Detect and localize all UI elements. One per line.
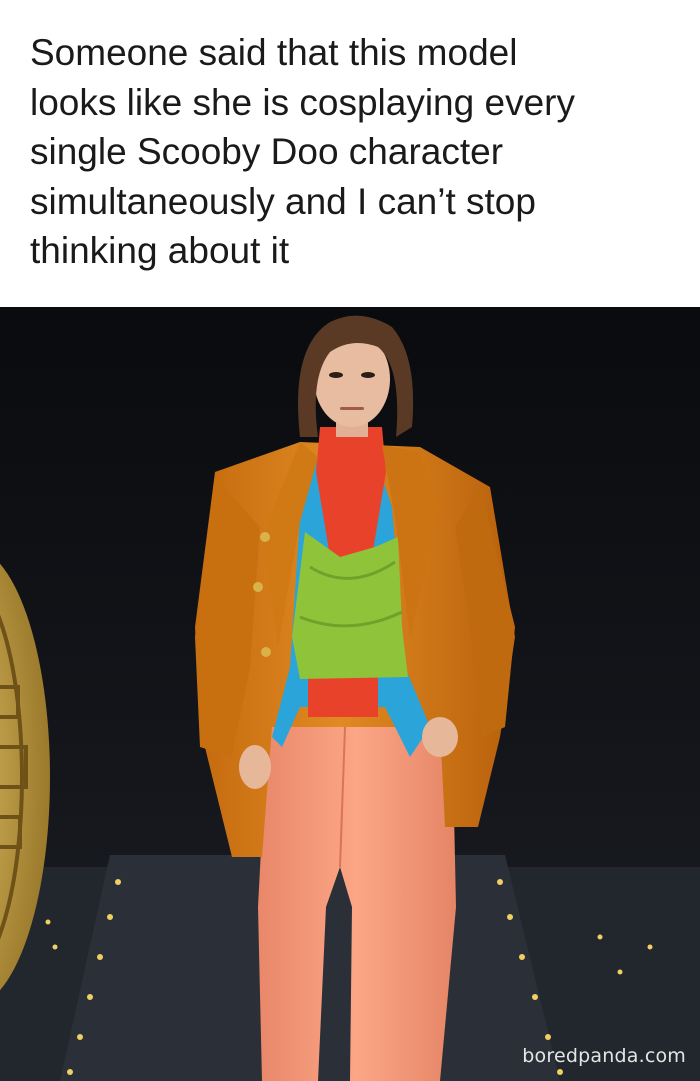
meme-caption: Someone said that this model looks like … [30, 32, 575, 271]
left-hand [239, 745, 271, 789]
turtleneck-hem [308, 677, 378, 717]
trousers [258, 717, 456, 1081]
boredpanda-watermark: boredpanda.com [522, 1045, 686, 1067]
runway-photo: boredpanda.com [0, 307, 700, 1081]
right-hand [422, 717, 458, 757]
runway-illustration [0, 307, 700, 1081]
